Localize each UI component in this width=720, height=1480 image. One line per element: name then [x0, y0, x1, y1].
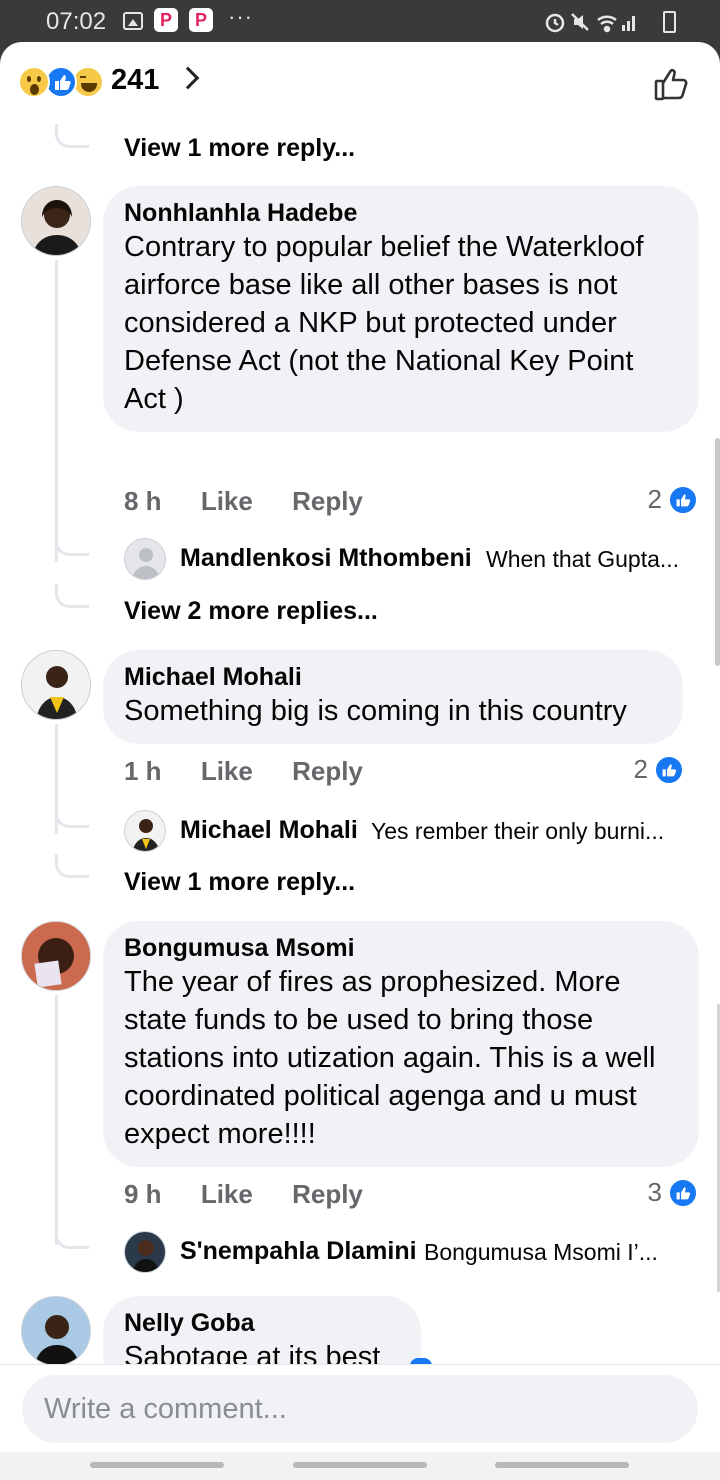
reply-comment-button[interactable]: Reply — [292, 486, 363, 516]
reply-text: When that Gupta... — [486, 546, 680, 572]
comment-like-count[interactable]: 2 — [648, 484, 698, 515]
avatar[interactable] — [21, 186, 91, 256]
wifi-icon — [597, 15, 617, 33]
reply-preview[interactable]: S'nempahla Dlamini Bongumusa Msomi I’... — [124, 1231, 704, 1275]
comment-author[interactable]: Nelly Goba — [124, 1308, 399, 1338]
wow-reaction-icon — [18, 66, 50, 98]
comment-text: Contrary to popular belief the Waterkloo… — [124, 231, 644, 415]
like-count-number: 3 — [647, 1177, 662, 1207]
view-more-replies-link[interactable]: View 1 more reply... — [124, 134, 355, 163]
scrollbar[interactable] — [715, 438, 720, 666]
comment-bubble[interactable]: Nonhlanhla Hadebe Contrary to popular be… — [103, 186, 699, 432]
default-avatar-icon — [124, 538, 166, 580]
comment-author[interactable]: Michael Mohali — [124, 662, 661, 692]
reply-text: Yes rember their only burni... — [371, 818, 665, 844]
avatar[interactable] — [21, 1296, 91, 1364]
like-reaction-icon — [654, 754, 684, 785]
reply-author[interactable]: Michael Mohali — [180, 816, 358, 845]
reply-preview[interactable]: Michael Mohali Yes rember their only bur… — [124, 810, 704, 854]
reaction-count[interactable]: 241 — [111, 64, 159, 97]
comment-like-count[interactable]: 2 — [634, 754, 684, 785]
thread-connector — [55, 1225, 89, 1249]
like-post-button[interactable] — [652, 64, 692, 104]
thread-connector — [55, 804, 89, 828]
comments-sheet: 241 View 1 more reply... Nonhlanhla Hade… — [0, 42, 720, 1480]
comment-time: 9 h — [124, 1179, 162, 1209]
comment-time: 8 h — [124, 486, 162, 516]
avatar — [124, 810, 166, 852]
like-comment-button[interactable]: Like — [201, 756, 253, 786]
comment-bubble[interactable]: Michael Mohali Something big is coming i… — [103, 650, 683, 744]
avatar[interactable] — [21, 650, 91, 720]
avatar — [124, 1231, 166, 1273]
thread-connector — [55, 124, 89, 148]
comment-bubble[interactable]: Nelly Goba Sabotage at its best — [103, 1296, 421, 1364]
comment-like-count[interactable]: 3 — [648, 1177, 698, 1208]
like-comment-button[interactable]: Like — [201, 1179, 253, 1209]
app-notification-icon: P — [154, 8, 178, 32]
thread-line — [55, 260, 58, 562]
comment-text: Sabotage at its best — [124, 1341, 381, 1364]
reply-comment-button[interactable]: Reply — [292, 756, 363, 786]
comments-feed[interactable]: View 1 more reply... Nonhlanhla Hadebe C… — [0, 124, 720, 1364]
nav-handle[interactable] — [90, 1462, 224, 1468]
like-count-number: 2 — [647, 484, 662, 514]
thread-connector — [55, 854, 89, 878]
comment-bubble[interactable]: Bongumusa Msomi The year of fires as pro… — [103, 921, 699, 1167]
avatar[interactable] — [21, 921, 91, 991]
like-reaction-icon — [668, 484, 698, 515]
more-notifications-icon: ··· — [228, 4, 253, 29]
comment-input[interactable] — [22, 1375, 698, 1443]
comment-text: Something big is coming in this country — [124, 695, 627, 727]
comment-author[interactable]: Bongumusa Msomi — [124, 933, 677, 963]
alarm-icon — [545, 13, 565, 33]
comment-composer — [0, 1364, 720, 1452]
comment-actions: 9 h Like Reply — [124, 1179, 395, 1210]
thread-connector — [55, 532, 89, 556]
reply-author[interactable]: Mandlenkosi Mthombeni — [180, 544, 472, 573]
like-reaction-icon — [668, 1177, 698, 1208]
gallery-icon — [123, 12, 143, 30]
nav-handle[interactable] — [495, 1462, 629, 1468]
comment-actions: 1 h Like Reply — [124, 756, 395, 787]
gesture-nav-bar — [0, 1452, 720, 1480]
view-more-replies-link[interactable]: View 1 more reply... — [124, 868, 355, 897]
battery-icon — [663, 11, 676, 33]
nav-handle[interactable] — [293, 1462, 427, 1468]
reply-text: Bongumusa Msomi I’... — [424, 1239, 658, 1265]
signal-icon — [622, 16, 635, 31]
reactions-header[interactable]: 241 — [0, 42, 720, 124]
comment-author[interactable]: Nonhlanhla Hadebe — [124, 198, 677, 228]
comment-actions: 8 h Like Reply — [124, 486, 395, 517]
comment-text: The year of fires as prophesized. More s… — [124, 966, 656, 1150]
thread-line — [55, 995, 58, 1245]
view-more-replies-link[interactable]: View 2 more replies... — [124, 597, 378, 626]
reply-preview[interactable]: Mandlenkosi Mthombeni When that Gupta... — [124, 538, 704, 582]
thread-connector — [55, 584, 89, 608]
like-count-number: 2 — [633, 754, 648, 784]
thumbs-up-icon — [654, 68, 688, 101]
like-comment-button[interactable]: Like — [201, 486, 253, 516]
mute-icon — [571, 13, 589, 31]
comment-time: 1 h — [124, 756, 162, 786]
chevron-right-icon[interactable] — [176, 66, 200, 90]
reply-comment-button[interactable]: Reply — [292, 1179, 363, 1209]
app-notification-icon: P — [189, 8, 213, 32]
reply-author[interactable]: S'nempahla Dlamini — [180, 1237, 417, 1266]
status-time: 07:02 — [46, 8, 107, 35]
status-icons — [545, 13, 635, 33]
status-bar: 07:02 P P ··· — [0, 0, 720, 44]
